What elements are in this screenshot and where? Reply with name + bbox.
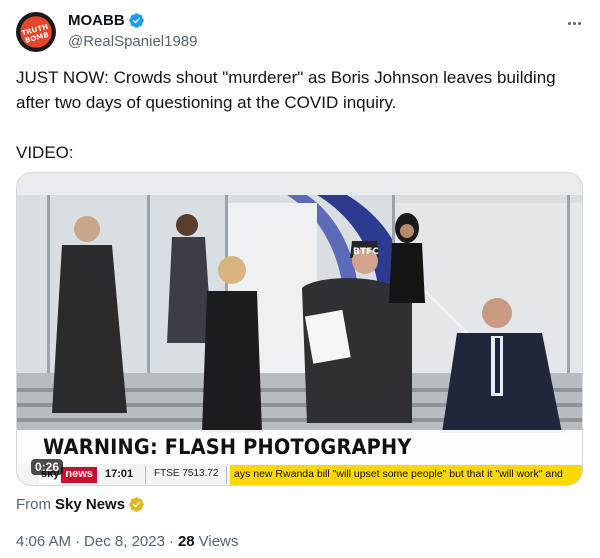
ticker-time: 17:01 xyxy=(105,468,134,480)
sky-logo-news: news xyxy=(61,467,97,483)
author-name-row: MOABB xyxy=(68,12,145,29)
meta-separator-2: · xyxy=(168,533,174,550)
verified-badge-icon[interactable] xyxy=(128,12,145,29)
author-display-name[interactable]: MOABB xyxy=(68,12,125,29)
cap-text: BTFC xyxy=(353,247,379,257)
video-player[interactable]: BTFC WARNING: FLASH PHOTOGRAPHY sky news… xyxy=(16,172,583,486)
video-duration: 0:26 xyxy=(31,459,64,475)
tweet-header: TRUTH BOMB MOABB @RealSpaniel1989 xyxy=(16,8,584,56)
source-link[interactable]: Sky News xyxy=(55,496,125,513)
news-ticker: sky news 17:01 FTSE 7513.72 ays new Rwan… xyxy=(17,464,582,485)
media-source: From Sky News xyxy=(16,496,145,513)
business-verified-badge-icon[interactable] xyxy=(128,496,145,513)
views-count[interactable]: 28 xyxy=(178,533,195,550)
views-label: Views xyxy=(198,533,239,550)
tweet-meta: 4:06 AM · Dec 8, 2023 · 28 Views xyxy=(16,533,238,550)
avatar-logo-text: TRUTH BOMB xyxy=(20,22,50,45)
author-handle[interactable]: @RealSpaniel1989 xyxy=(68,33,198,50)
tweet-date[interactable]: Dec 8, 2023 xyxy=(84,533,165,550)
ticker-headline: ays new Rwanda bill "will upset some peo… xyxy=(230,465,582,485)
warning-text: WARNING: FLASH PHOTOGRAPHY xyxy=(43,435,412,459)
warning-overlay: WARNING: FLASH PHOTOGRAPHY xyxy=(17,430,582,464)
avatar[interactable]: TRUTH BOMB xyxy=(16,12,56,52)
more-options-icon[interactable] xyxy=(564,14,584,32)
meta-separator: · xyxy=(75,533,81,550)
tweet-time[interactable]: 4:06 AM xyxy=(16,533,71,550)
ticker-ftse: FTSE 7513.72 xyxy=(145,466,228,484)
source-prefix: From xyxy=(16,496,51,513)
tweet-text: JUST NOW: Crowds shout "murderer" as Bor… xyxy=(16,68,556,162)
